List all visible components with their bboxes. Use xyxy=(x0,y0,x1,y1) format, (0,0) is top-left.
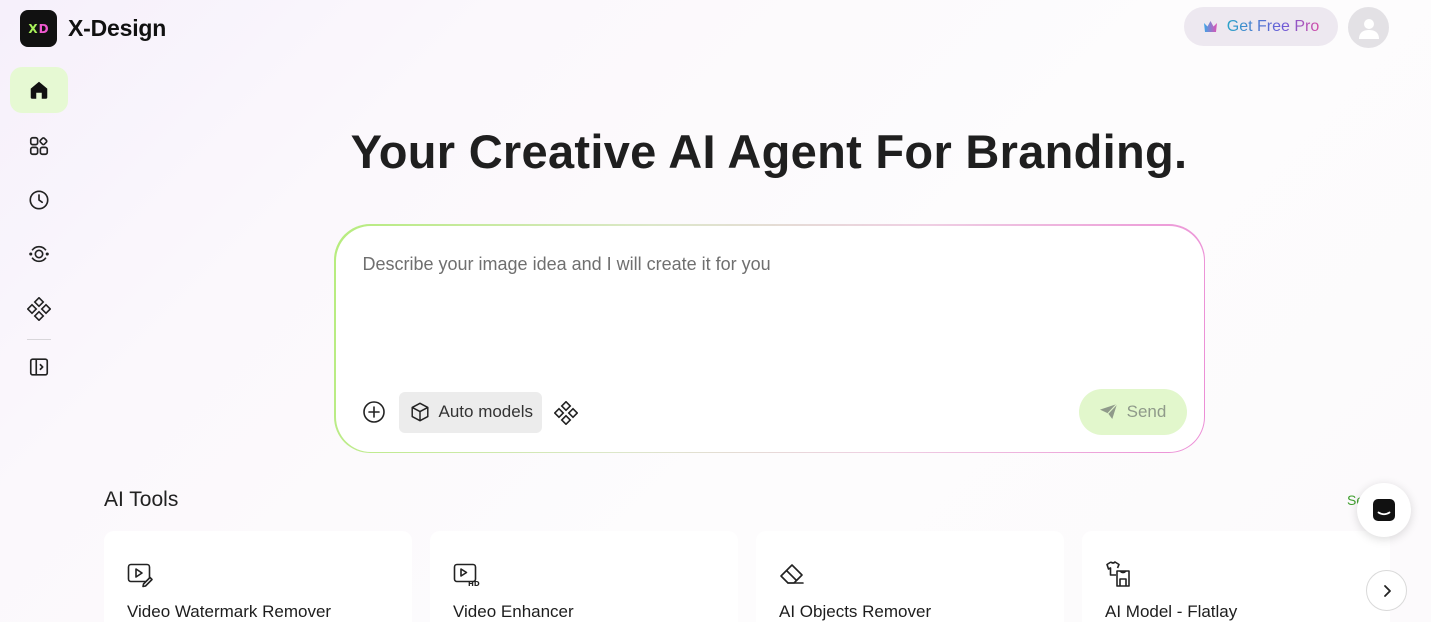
tool-card[interactable]: AI Model - Flatlay xyxy=(1082,531,1390,622)
user-icon xyxy=(1358,18,1379,39)
auto-models-button[interactable]: Auto models xyxy=(398,391,542,433)
diamond-icon xyxy=(553,400,578,425)
home-icon xyxy=(30,81,48,99)
send-icon xyxy=(1099,403,1118,420)
tool-card-name: Video Watermark Remover xyxy=(127,602,332,621)
sidebar-item-scan[interactable] xyxy=(10,231,68,277)
sidebar-item-styles[interactable] xyxy=(10,286,68,332)
logo-icon: XD xyxy=(20,10,57,47)
tool-card-name: AI Objects Remover xyxy=(779,602,932,621)
brand-logo[interactable]: XD X-Design xyxy=(20,10,166,47)
style-button[interactable] xyxy=(553,400,579,426)
scan-icon xyxy=(29,245,49,263)
prompt-inner: Auto models Send xyxy=(335,225,1204,452)
tool-card[interactable]: Video Watermark Remover xyxy=(104,531,412,622)
logo-letter-x: X xyxy=(28,21,38,36)
send-label: Send xyxy=(1126,401,1167,421)
chat-icon xyxy=(1373,499,1395,521)
sidebar-toggle-button[interactable] xyxy=(10,344,68,390)
section-title: AI Tools xyxy=(104,488,179,511)
shirt-icon xyxy=(1106,561,1130,587)
send-button[interactable]: Send xyxy=(1078,388,1187,435)
prompt-box: Auto models Send xyxy=(334,224,1205,453)
tool-card-name: AI Model - Flatlay xyxy=(1105,602,1238,621)
carousel-next-button[interactable] xyxy=(1366,570,1407,611)
brand-name: X-Design xyxy=(68,15,167,41)
clock-icon xyxy=(29,190,49,210)
cube-icon xyxy=(410,402,429,422)
add-attachment-button[interactable] xyxy=(362,400,386,424)
sidebar-item-home[interactable] xyxy=(10,67,68,113)
sidebar-item-history[interactable] xyxy=(10,177,68,223)
video-hd-icon: HD xyxy=(453,563,480,588)
tool-card[interactable]: HD Video Enhancer xyxy=(430,531,738,622)
prompt-input[interactable] xyxy=(362,253,1123,275)
sidebar-divider xyxy=(27,339,51,340)
get-free-pro-button[interactable]: Get Free Pro xyxy=(1184,7,1338,46)
get-free-pro-label: Get Free Pro xyxy=(1226,17,1320,35)
video-edit-icon xyxy=(127,563,153,588)
page-title: Your Creative AI Agent For Branding. xyxy=(350,125,1188,178)
logo-letter-d: D xyxy=(38,21,49,36)
diamond-icon xyxy=(27,297,51,321)
auto-models-label: Auto models xyxy=(438,402,534,421)
chat-support-button[interactable] xyxy=(1357,483,1411,537)
plus-circle-icon xyxy=(362,400,385,423)
avatar[interactable] xyxy=(1348,7,1389,48)
tool-card[interactable]: AI Objects Remover xyxy=(756,531,1064,622)
crown-icon xyxy=(1203,21,1217,32)
tool-card-name: Video Enhancer xyxy=(453,602,574,621)
chevron-right-icon xyxy=(1383,584,1391,597)
sidebar-expand-icon xyxy=(29,358,49,376)
eraser-icon xyxy=(780,564,804,584)
svg-text:HD: HD xyxy=(468,580,480,588)
